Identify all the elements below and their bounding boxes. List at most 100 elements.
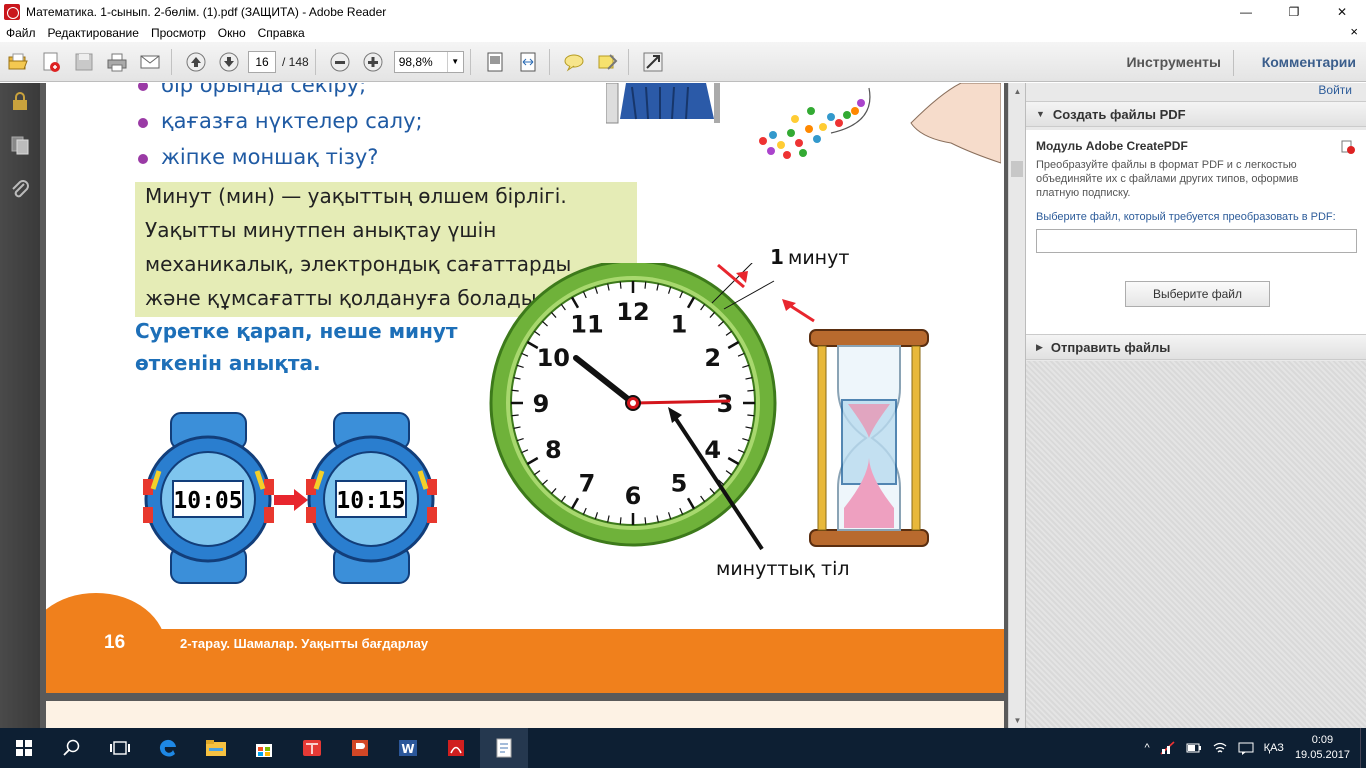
triangle-right-icon: ▶: [1036, 341, 1043, 352]
word-taskbar-button[interactable]: W: [384, 728, 432, 768]
file-path-input[interactable]: [1036, 229, 1357, 253]
previous-page-button[interactable]: [181, 47, 211, 77]
clock-date: 19.05.2017: [1294, 749, 1350, 761]
network-icon[interactable]: [1160, 741, 1176, 755]
girl-illustration: [606, 83, 720, 124]
choose-file-prompt: Выберите файл, который требуется преобра…: [1036, 211, 1336, 223]
highlighter-icon: [598, 53, 618, 70]
zoom-in-button[interactable]: [358, 47, 388, 77]
full-screen-button[interactable]: [638, 47, 668, 77]
start-button[interactable]: [0, 728, 48, 768]
zoom-value: 98,8%: [398, 54, 433, 69]
create-pdf-icon[interactable]: [1341, 140, 1355, 154]
tools-tab[interactable]: Инструменты: [1126, 54, 1221, 70]
create-pdf-button[interactable]: [36, 47, 66, 77]
menu-edit[interactable]: Редактирование: [42, 26, 145, 40]
envelope-icon: [140, 55, 160, 68]
clock-time: 0:09: [1311, 734, 1334, 746]
send-files-section-header[interactable]: ▶ Отправить файлы: [1026, 334, 1366, 360]
close-button[interactable]: ✕: [1318, 0, 1366, 23]
search-button[interactable]: [48, 728, 96, 768]
highlight-button[interactable]: [592, 47, 622, 77]
chapter-title: 2-тарау. Шамалар. Уақытты бағдарлау: [180, 636, 429, 651]
clock-tick: [511, 414, 519, 417]
wifi-icon[interactable]: [1212, 741, 1228, 755]
acrobat-taskbar-button[interactable]: [432, 728, 480, 768]
task-view-icon: [110, 741, 130, 755]
chevron-down-icon: ▼: [446, 51, 463, 72]
digital-watch: 10:05: [143, 412, 274, 584]
presentation-icon: [352, 740, 368, 756]
menu-window[interactable]: Окно: [212, 26, 252, 40]
reader-app-taskbar-button[interactable]: [288, 728, 336, 768]
open-button[interactable]: [3, 47, 33, 77]
edge-icon: [159, 739, 176, 757]
notifications-icon[interactable]: [1238, 741, 1254, 755]
task-text: Суретке қарап, неше минут: [135, 319, 458, 343]
menu-bar: Файл Редактирование Просмотр Окно Справк…: [0, 23, 1366, 42]
separator: [314, 48, 316, 75]
show-desktop-button[interactable]: [1360, 728, 1366, 768]
scroll-thumb[interactable]: [1011, 161, 1023, 177]
clock-number: 5: [671, 470, 688, 498]
page-total: / 148: [282, 54, 309, 69]
bullet-marker: [138, 118, 148, 128]
hourglass-illustration: [809, 329, 929, 547]
zoom-out-button[interactable]: [325, 47, 355, 77]
bullet-marker: [138, 83, 148, 91]
zoom-select[interactable]: 98,8% ▼: [393, 50, 464, 73]
separator: [171, 48, 172, 75]
create-pdf-section-title: Создать файлы PDF: [1052, 106, 1186, 122]
close-document-button[interactable]: ×: [1350, 24, 1358, 39]
page-number-input[interactable]: 16: [248, 50, 276, 73]
clock-number: 12: [616, 298, 649, 326]
task-view-button[interactable]: [96, 728, 144, 768]
next-pdf-page: [46, 701, 1004, 728]
clock[interactable]: 0:09 19.05.2017: [1295, 733, 1350, 763]
search-icon: [63, 739, 80, 756]
scroll-down-arrow[interactable]: ▼: [1009, 712, 1026, 728]
comments-tab[interactable]: Комментарии: [1262, 54, 1356, 70]
digital-watch: 10:15: [306, 412, 437, 584]
choose-file-button[interactable]: Выберите файл: [1125, 281, 1270, 307]
send-files-section-title: Отправить файлы: [1050, 339, 1171, 355]
next-page-button[interactable]: [214, 47, 244, 77]
save-icon: [75, 53, 93, 70]
menu-help[interactable]: Справка: [252, 26, 311, 40]
separator: [1233, 50, 1234, 76]
sign-in-link[interactable]: Войти: [1318, 83, 1352, 97]
minimize-button[interactable]: —: [1222, 0, 1270, 23]
scroll-up-arrow[interactable]: ▲: [1009, 83, 1026, 99]
maximize-button[interactable]: ❐: [1270, 0, 1318, 23]
language-indicator[interactable]: ҚАЗ: [1264, 742, 1284, 754]
menu-file[interactable]: Файл: [0, 26, 42, 40]
fit-page-button[interactable]: [480, 47, 510, 77]
clock-number: 4: [704, 436, 721, 464]
clock-number: 8: [545, 436, 562, 464]
document-taskbar-button[interactable]: [480, 728, 528, 768]
email-button[interactable]: [135, 47, 165, 77]
window-controls: — ❐ ✕: [1222, 0, 1366, 23]
save-button[interactable]: [69, 47, 99, 77]
document-view[interactable]: бір орында секіру; қағазға нүктелер салу…: [40, 83, 1008, 728]
document-scrollbar[interactable]: ▲ ▼: [1008, 83, 1025, 728]
book-icon: [303, 740, 321, 756]
edge-taskbar-button[interactable]: [144, 728, 192, 768]
store-taskbar-button[interactable]: [240, 728, 288, 768]
pages-icon[interactable]: [10, 135, 30, 155]
clock-number: 1: [671, 310, 688, 338]
battery-icon[interactable]: [1186, 742, 1202, 754]
lock-icon[interactable]: [10, 91, 30, 111]
presentation-taskbar-button[interactable]: [336, 728, 384, 768]
watch-time: 10:05: [173, 488, 242, 514]
definition-line: Минут (мин) — уақыттың өлшем бірлігі.: [145, 184, 567, 208]
bullet-item: жіпке моншақ тізу?: [161, 145, 379, 169]
fit-width-button[interactable]: [513, 47, 543, 77]
sticky-note-button[interactable]: [559, 47, 589, 77]
print-button[interactable]: [102, 47, 132, 77]
create-pdf-section-header[interactable]: ▼ Создать файлы PDF: [1026, 101, 1366, 127]
chevron-up-icon[interactable]: ^: [1145, 742, 1150, 754]
menu-view[interactable]: Просмотр: [145, 26, 212, 40]
paperclip-icon[interactable]: [10, 179, 30, 199]
explorer-taskbar-button[interactable]: [192, 728, 240, 768]
